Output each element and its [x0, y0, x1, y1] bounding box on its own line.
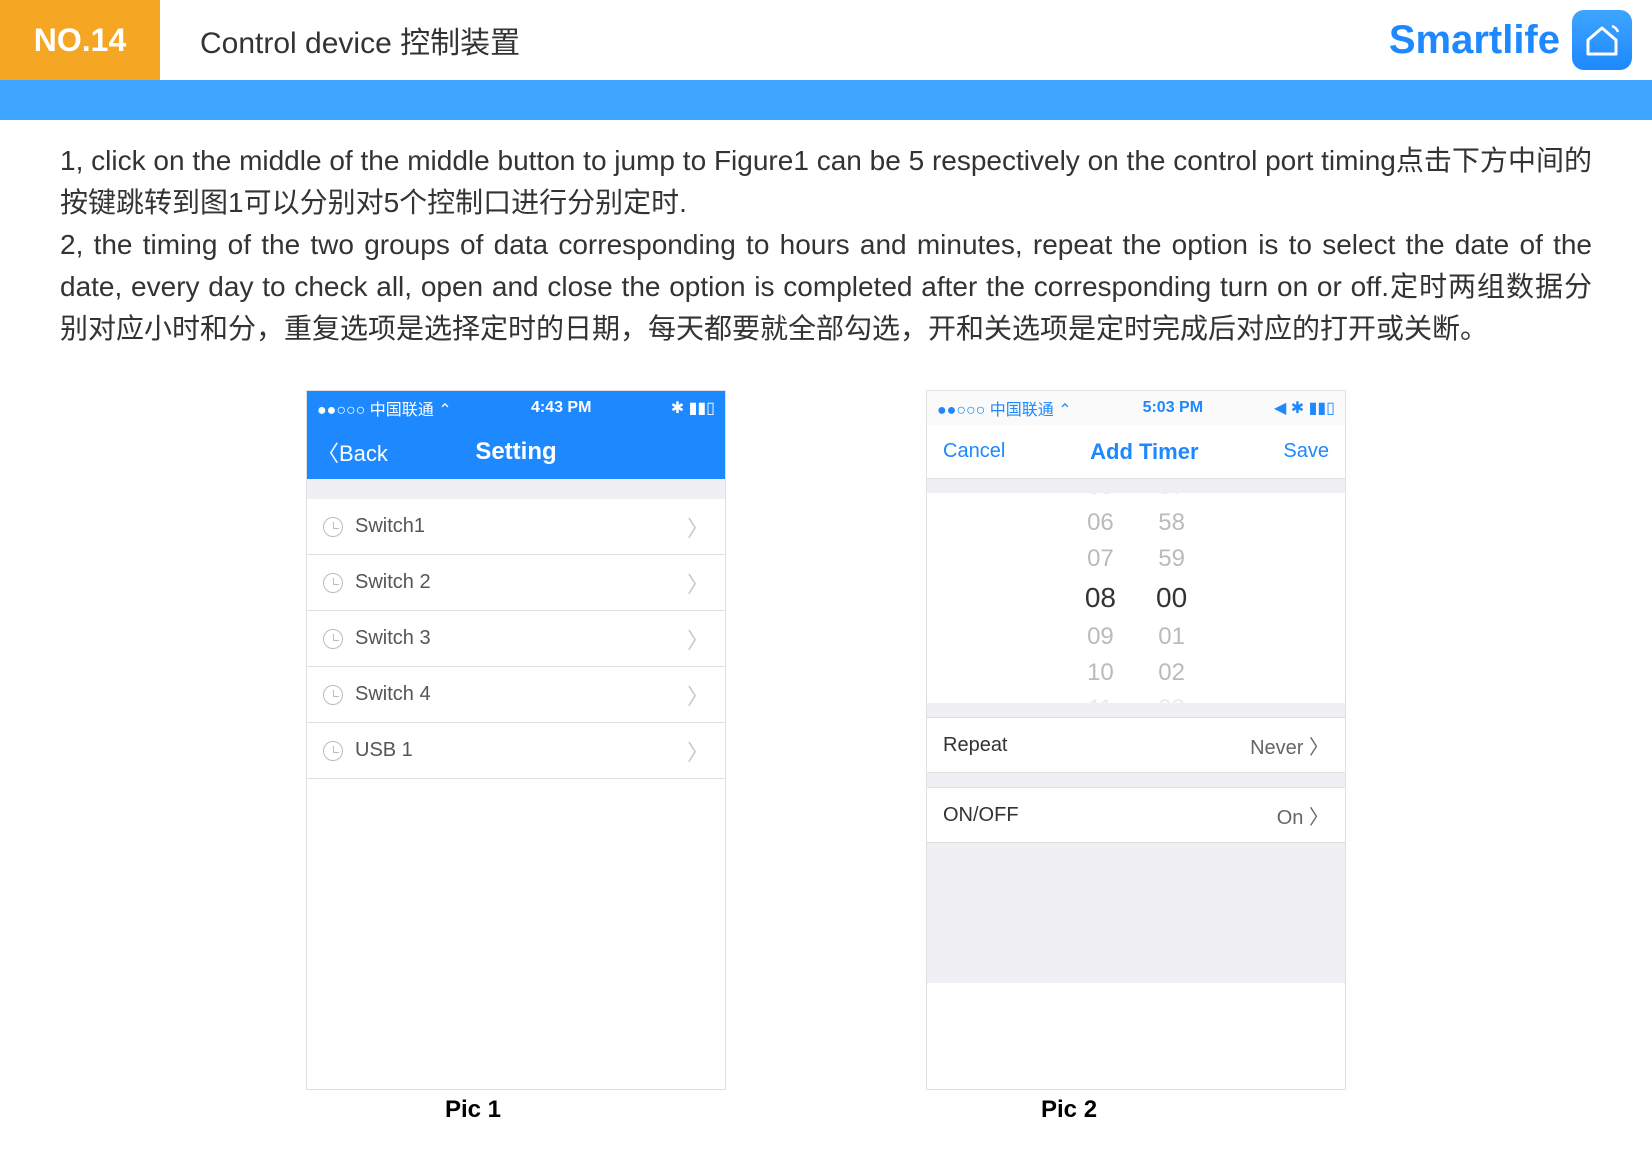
status-bar: ●●○○○ 中国联通 ⌃ 4:43 PM ✱ ▮▮▯ — [307, 391, 725, 425]
phone-screenshots: ●●○○○ 中国联通 ⌃ 4:43 PM ✱ ▮▮▯ 〈Back Setting… — [0, 370, 1652, 1090]
clock-icon — [323, 573, 343, 593]
clock-icon — [323, 629, 343, 649]
picker-value: 11 — [1088, 691, 1113, 703]
picker-value: 09 — [1087, 619, 1114, 655]
chevron-right-icon: 〉 — [687, 623, 709, 655]
picker-value: 10 — [1087, 655, 1114, 691]
repeat-row[interactable]: Repeat Never 〉 — [927, 717, 1345, 773]
blank-area — [927, 843, 1345, 983]
blank-area — [307, 779, 725, 1089]
page-number-badge: NO.14 — [0, 0, 160, 80]
status-time: 5:03 PM — [1143, 399, 1203, 417]
chevron-right-icon: 〉 — [687, 679, 709, 711]
clock-icon — [323, 685, 343, 705]
hour-column[interactable]: 05 06 07 08 09 10 11 — [1085, 493, 1116, 703]
cancel-button[interactable]: Cancel — [943, 440, 1005, 463]
minute-column[interactable]: 57 58 59 00 01 02 03 — [1156, 493, 1187, 703]
list-item-switch2[interactable]: Switch 2 〉 — [307, 555, 725, 611]
list-item-usb1[interactable]: USB 1 〉 — [307, 723, 725, 779]
status-bar: ●●○○○ 中国联通 ⌃ 5:03 PM ◀ ✱ ▮▮▯ — [927, 391, 1345, 425]
page-title: Control device 控制装置 — [160, 0, 1389, 80]
chevron-right-icon: 〉 — [687, 511, 709, 543]
page-header: NO.14 Control device 控制装置 Smartlife — [0, 0, 1652, 80]
caption-pic1: Pic 1 — [445, 1096, 501, 1124]
onoff-label: ON/OFF — [943, 804, 1019, 827]
phone-1: ●●○○○ 中国联通 ⌃ 4:43 PM ✱ ▮▮▯ 〈Back Setting… — [306, 390, 726, 1090]
list-item-label: USB 1 — [355, 739, 687, 762]
status-battery-icon: ◀ ✱ ▮▮▯ — [1274, 398, 1335, 418]
instruction-text: 1, click on the middle of the middle but… — [0, 120, 1652, 370]
picker-value: 57 — [1158, 493, 1185, 505]
repeat-value: Never 〉 — [1250, 731, 1329, 760]
status-carrier: ●●○○○ 中国联通 ⌃ — [937, 396, 1072, 420]
nav-bar: 〈Back Setting — [307, 425, 725, 479]
repeat-label: Repeat — [943, 734, 1008, 757]
onoff-row[interactable]: ON/OFF On 〉 — [927, 787, 1345, 843]
divider-bar — [0, 80, 1652, 120]
list-item-label: Switch 2 — [355, 571, 687, 594]
clock-icon — [323, 741, 343, 761]
list-item-switch1[interactable]: Switch1 〉 — [307, 499, 725, 555]
picker-value: 01 — [1158, 619, 1185, 655]
nav-title: Add Timer — [1090, 439, 1198, 465]
switch-list: Switch1 〉 Switch 2 〉 Switch 3 〉 Switch 4… — [307, 479, 725, 779]
chevron-right-icon: 〉 — [687, 567, 709, 599]
brand-text: Smartlife — [1389, 18, 1560, 63]
time-picker[interactable]: 05 06 07 08 09 10 11 57 58 59 00 01 02 0… — [927, 493, 1345, 703]
page: NO.14 Control device 控制装置 Smartlife 1, c… — [0, 0, 1652, 1164]
nav-bar: Cancel Add Timer Save — [927, 425, 1345, 479]
status-battery-icon: ✱ ▮▮▯ — [671, 398, 715, 418]
section-gap — [927, 479, 1345, 493]
list-item-switch3[interactable]: Switch 3 〉 — [307, 611, 725, 667]
save-button[interactable]: Save — [1283, 440, 1329, 463]
section-gap — [927, 773, 1345, 787]
picker-selected: 08 — [1085, 577, 1116, 619]
picker-value: 05 — [1087, 493, 1114, 505]
list-spacer — [307, 479, 725, 499]
status-carrier: ●●○○○ 中国联通 ⌃ — [317, 396, 452, 420]
brand: Smartlife — [1389, 0, 1652, 80]
list-item-label: Switch1 — [355, 515, 687, 538]
picker-value: 59 — [1158, 541, 1185, 577]
list-item-switch4[interactable]: Switch 4 〉 — [307, 667, 725, 723]
picker-value: 07 — [1087, 541, 1114, 577]
clock-icon — [323, 517, 343, 537]
onoff-value: On 〉 — [1277, 801, 1329, 830]
section-gap — [927, 703, 1345, 717]
list-item-label: Switch 4 — [355, 683, 687, 706]
caption-pic2: Pic 2 — [1041, 1096, 1097, 1124]
list-item-label: Switch 3 — [355, 627, 687, 650]
chevron-right-icon: 〉 — [687, 735, 709, 767]
brand-house-icon — [1572, 10, 1632, 70]
picker-selected: 00 — [1156, 577, 1187, 619]
back-button[interactable]: 〈Back — [317, 436, 388, 468]
status-time: 4:43 PM — [531, 399, 591, 417]
picker-value: 58 — [1158, 505, 1185, 541]
picker-value: 06 — [1087, 505, 1114, 541]
picker-value: 02 — [1158, 655, 1185, 691]
phone-2: ●●○○○ 中国联通 ⌃ 5:03 PM ◀ ✱ ▮▮▯ Cancel Add … — [926, 390, 1346, 1090]
picker-value: 03 — [1158, 691, 1185, 703]
captions: Pic 1 Pic 2 — [0, 1090, 1652, 1124]
